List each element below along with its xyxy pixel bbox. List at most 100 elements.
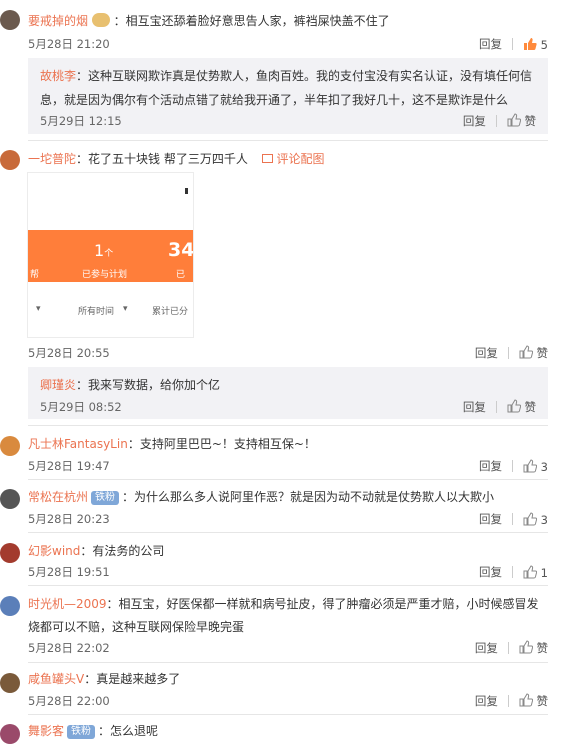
thumb-up-icon [519, 693, 533, 707]
comment-text: 要戒掉的烟 ：相互宝还舔着脸好意思告人家，裤裆屎快盖不住了 [28, 12, 550, 29]
avatar[interactable] [0, 10, 20, 30]
divider [507, 347, 509, 359]
like-label: 赞 [524, 400, 537, 414]
reply-button[interactable]: 回复 [463, 113, 486, 129]
comment-actions: 回复 赞 [463, 113, 536, 129]
like-button[interactable]: 3 [523, 511, 548, 527]
reply-body: ：我来写数据，给你加个亿 [76, 378, 221, 392]
status-icon [185, 188, 188, 194]
user-name[interactable]: 凡士林FantasyLin [28, 437, 128, 451]
like-button[interactable]: 赞 [519, 693, 548, 709]
comment-text: 一坨普陀：花了五十块钱 帮了三万四千人 评论配图 [28, 150, 550, 167]
user-name[interactable]: 幻影wind [28, 544, 80, 558]
avatar[interactable] [0, 436, 20, 456]
thumb-up-icon [523, 564, 538, 578]
divider [28, 585, 548, 586]
user-name[interactable]: 时光机—2009 [28, 597, 107, 611]
like-button[interactable]: 赞 [519, 640, 548, 656]
like-button[interactable]: 赞 [507, 399, 536, 415]
avatar[interactable] [0, 724, 20, 744]
like-button[interactable]: 赞 [507, 113, 536, 129]
timestamp: 5月28日 19:51 [28, 565, 110, 579]
avatar[interactable] [0, 489, 20, 509]
filter-label: 所有时间 [78, 307, 115, 317]
comment-actions: 回复 5 [479, 36, 548, 52]
like-count: 3 [540, 459, 548, 474]
comment-image[interactable]: 帮 1个 已参与计划 34 已帮 ▾ 所有时间 ▾ 累计已分 [28, 173, 193, 337]
thumb-up-icon [523, 458, 538, 472]
comment-text: 凡士林FantasyLin：支持阿里巴巴~！支持相互保~！ [28, 435, 550, 452]
timestamp: 5月28日 22:00 [28, 694, 110, 708]
reply-button[interactable]: 回复 [475, 640, 498, 656]
thumb-up-icon [507, 113, 521, 127]
avatar[interactable] [0, 596, 20, 616]
avatar[interactable] [0, 543, 20, 563]
comment-body: ：有法务的公司 [80, 544, 165, 558]
divider [495, 115, 497, 127]
user-name[interactable]: 故桃李 [40, 69, 76, 83]
divider [507, 642, 509, 654]
user-name[interactable]: 舞影客 [28, 724, 64, 738]
user-name[interactable]: 一坨普陀 [28, 152, 76, 166]
user-name[interactable]: 要戒掉的烟 [28, 14, 88, 28]
chevron-down-icon: ▾ [36, 304, 41, 314]
timestamp: 5月29日 08:52 [40, 400, 122, 414]
comment-actions: 回复 1 [479, 564, 548, 580]
divider [28, 714, 548, 715]
stat-left-label: 帮 [30, 270, 40, 280]
comment-text: 咸鱼罐头V：真是越来越多了 [28, 670, 550, 687]
comment-text: 时光机—2009：相互宝，好医保都一样就和病号扯皮，得了肿瘤必须是严重才赔，小时… [28, 593, 548, 639]
reply-button[interactable]: 回复 [475, 345, 498, 361]
avatar[interactable] [0, 673, 20, 693]
reply-text: 卿瑾炎：我来写数据，给你加个亿 [40, 376, 220, 393]
comment-body: ：花了五十块钱 帮了三万四千人 [76, 152, 248, 166]
emoji-icon [91, 13, 110, 27]
chevron-down-icon: ▾ [123, 304, 128, 314]
timestamp: 5月29日 12:15 [40, 114, 122, 128]
user-name[interactable]: 常松在杭州 [28, 490, 88, 504]
like-button[interactable]: 3 [523, 458, 548, 474]
like-label: 赞 [536, 641, 549, 655]
stat-number: 34 [168, 239, 193, 261]
divider [495, 401, 497, 413]
comment-body: ：真是越来越多了 [84, 672, 181, 686]
user-name[interactable]: 卿瑾炎 [40, 378, 76, 392]
divider [512, 566, 514, 578]
reply-button[interactable]: 回复 [479, 36, 502, 52]
stat-label: 已参与计划 [82, 270, 128, 280]
like-button[interactable]: 5 [523, 37, 548, 52]
stat-number: 1个 [94, 241, 114, 260]
user-name[interactable]: 咸鱼罐头V [28, 672, 84, 686]
like-count: 3 [540, 512, 548, 527]
divider [28, 425, 548, 426]
reply-button[interactable]: 回复 [463, 399, 486, 415]
fan-badge: 铁粉 [91, 491, 120, 505]
divider [507, 695, 509, 707]
like-button[interactable]: 赞 [519, 345, 548, 361]
divider [512, 460, 514, 472]
comment-body: ：为什么那么多人说阿里作恶？就是因为动不动就是仗势欺人以大欺小 [122, 490, 495, 504]
reply-button[interactable]: 回复 [479, 458, 502, 474]
filter-label: 累计已分 [152, 307, 189, 317]
divider [512, 513, 514, 525]
comment-actions: 回复 赞 [475, 640, 548, 656]
reply-button[interactable]: 回复 [475, 693, 498, 709]
divider [512, 38, 514, 50]
like-label: 赞 [536, 346, 549, 360]
like-label: 赞 [524, 114, 537, 128]
avatar[interactable] [0, 150, 20, 170]
thumb-up-icon [519, 345, 533, 359]
picture-link[interactable]: 评论配图 [261, 152, 325, 166]
timestamp: 5月28日 20:23 [28, 512, 110, 526]
reply-button[interactable]: 回复 [479, 564, 502, 580]
comment-actions: 回复 3 [479, 511, 548, 527]
thumb-up-icon [524, 37, 537, 50]
comment-body: ：相互宝还舔着脸好意思告人家，裤裆屎快盖不住了 [113, 14, 390, 28]
like-count: 1 [540, 565, 548, 580]
divider [28, 532, 548, 533]
comment-text: 常松在杭州 铁粉 ：为什么那么多人说阿里作恶？就是因为动不动就是仗势欺人以大欺小 [28, 488, 550, 505]
like-button[interactable]: 1 [523, 564, 548, 580]
comment-actions: 回复 赞 [475, 345, 548, 361]
reply-button[interactable]: 回复 [479, 511, 502, 527]
thumb-up-icon [507, 399, 521, 413]
